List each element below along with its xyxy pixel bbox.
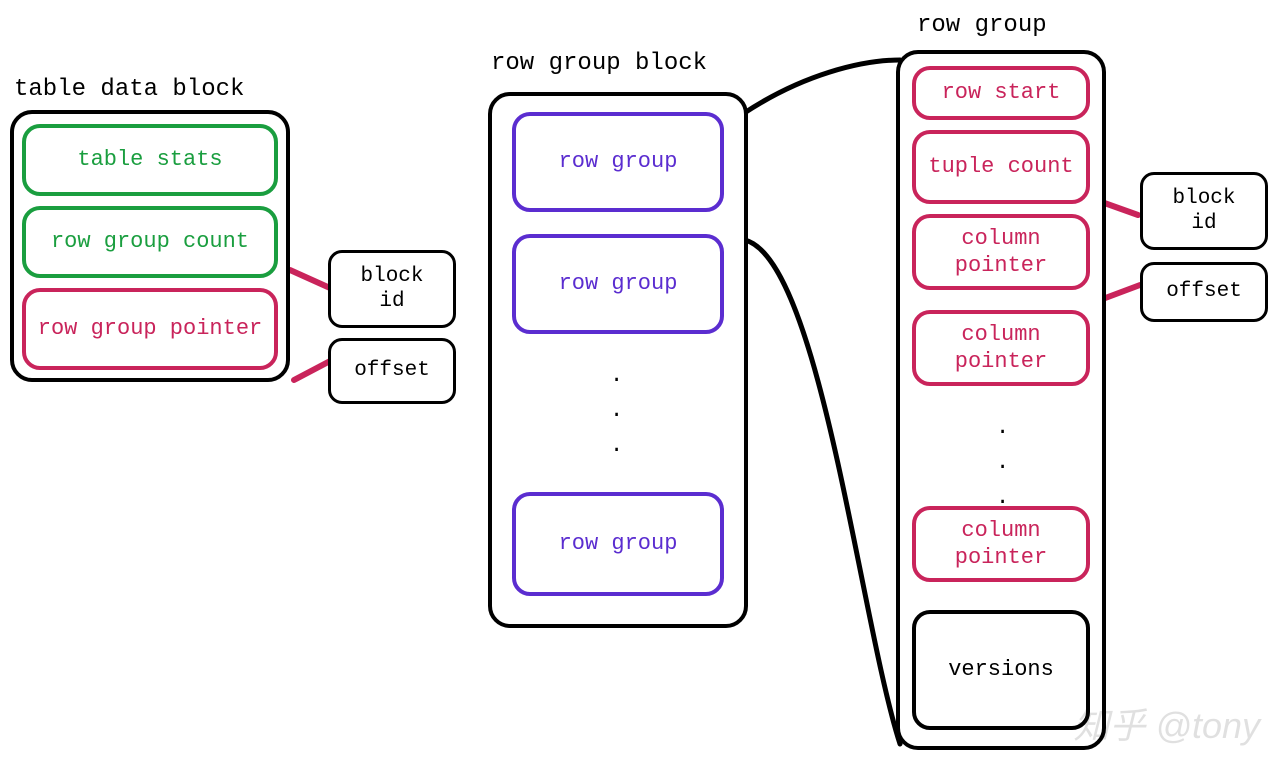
row-group-title: row group [917, 12, 1047, 39]
row-group-container: row start tuple count column pointer col… [896, 50, 1106, 750]
rg-block-id: block id [1140, 172, 1268, 250]
cell-row-group-pointer: row group pointer [22, 288, 278, 370]
cell-row-group-2: row group [512, 234, 724, 334]
cell-tuple-count: tuple count [912, 130, 1090, 204]
table-data-block-title: table data block [14, 76, 244, 103]
tdb-block-id: block id [328, 250, 456, 328]
cell-row-start: row start [912, 66, 1090, 120]
tdb-offset: offset [328, 338, 456, 404]
row-group-dots: ... [996, 410, 1009, 516]
cell-row-group-n: row group [512, 492, 724, 596]
row-group-block-dots: ... [610, 358, 623, 464]
cell-row-group-1: row group [512, 112, 724, 212]
row-group-block-title: row group block [491, 50, 707, 77]
cell-table-stats: table stats [22, 124, 278, 196]
cell-column-pointer-2: column pointer [912, 310, 1090, 386]
cell-versions: versions [912, 610, 1090, 730]
cell-column-pointer-n: column pointer [912, 506, 1090, 582]
rg-offset: offset [1140, 262, 1268, 322]
row-group-block-container: row group row group ... row group [488, 92, 748, 628]
cell-column-pointer-1: column pointer [912, 214, 1090, 290]
table-data-block-container: table stats row group count row group po… [10, 110, 290, 382]
cell-row-group-count: row group count [22, 206, 278, 278]
